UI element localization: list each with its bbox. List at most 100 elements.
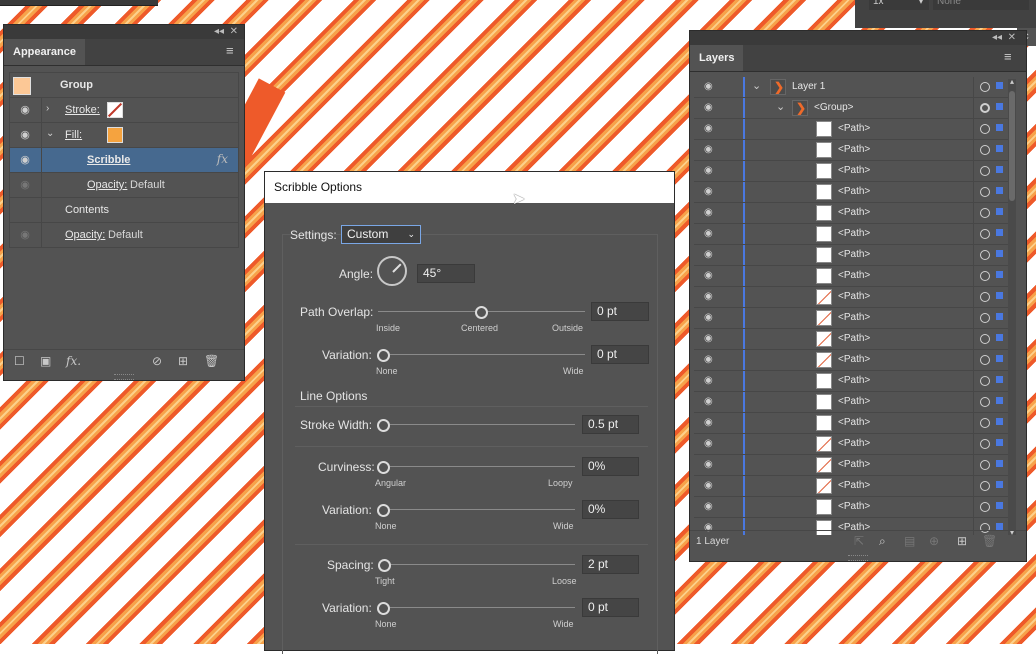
curviness-slider[interactable] [377,461,390,474]
path-row[interactable]: ◉ <Path> [694,329,1014,350]
opacity-label[interactable]: Opacity: [65,229,105,241]
new-sublayer-icon[interactable]: ⊕ [929,534,939,548]
path-row[interactable]: ◉ <Path> [694,413,1014,434]
eye-icon[interactable]: ◉ [18,154,32,166]
variation-track[interactable] [378,509,575,510]
scribble-effect-label[interactable]: Scribble [87,154,130,166]
path-name[interactable]: <Path> [838,144,870,155]
search-icon[interactable]: ⌕ [879,534,886,549]
path-name[interactable]: <Path> [838,186,870,197]
eye-icon[interactable]: ◉ [704,270,713,281]
eye-icon[interactable]: ◉ [704,249,713,260]
zoom-dropdown-icon[interactable]: ▾ [913,0,929,10]
target-icon[interactable] [980,208,990,218]
path-overlap-slider[interactable] [475,306,488,319]
target-icon[interactable] [980,460,990,470]
eye-icon[interactable]: ◉ [704,438,713,449]
eye-icon[interactable]: ◉ [704,480,713,491]
path-row[interactable]: ◉ <Path> [694,392,1014,413]
spacing-slider[interactable] [378,559,391,572]
selection-indicator[interactable] [996,376,1003,383]
path-name[interactable]: <Path> [838,333,870,344]
tab-layers[interactable]: Layers [690,45,744,71]
variation-track[interactable] [378,607,575,608]
target-icon[interactable] [980,103,990,113]
path-name[interactable]: <Path> [838,123,870,134]
variation-field[interactable]: 0 pt [591,345,649,364]
eye-icon[interactable]: ◉ [704,207,713,218]
path-name[interactable]: <Path> [838,438,870,449]
selection-indicator[interactable] [996,313,1003,320]
eye-icon[interactable]: ◉ [704,501,713,512]
selection-indicator[interactable] [996,418,1003,425]
target-icon[interactable] [980,481,990,491]
row-contents[interactable]: Contents [10,198,238,223]
target-icon[interactable] [980,82,990,92]
eye-icon[interactable]: ◉ [704,459,713,470]
eye-icon[interactable]: ◉ [704,123,713,134]
scrollbar-thumb[interactable] [1009,91,1015,201]
trash-icon[interactable]: 🗑 [204,354,219,368]
path-row[interactable]: ◉ <Path> [694,245,1014,266]
path-overlap-field[interactable]: 0 pt [591,302,649,321]
target-icon[interactable] [980,439,990,449]
row-stroke[interactable]: ◉ › Stroke: [10,98,238,123]
path-name[interactable]: <Path> [838,375,870,386]
eye-icon[interactable]: ◉ [704,333,713,344]
settings-dropdown[interactable]: Custom ⌄ [341,225,421,244]
trash-icon[interactable]: 🗑 [982,534,997,548]
target-icon[interactable] [980,124,990,134]
angle-field[interactable]: 45° [417,264,475,283]
tab-appearance[interactable]: Appearance [4,39,85,65]
collect-export-icon[interactable]: ⇱ [854,534,864,548]
eye-icon[interactable]: ◉ [18,129,32,141]
group-row[interactable]: ◉ ⌄ ❯ <Group> [694,98,1014,119]
selection-indicator[interactable] [996,460,1003,467]
row-group[interactable]: Group [10,73,238,98]
fill-swatch[interactable] [107,127,123,143]
resize-grip[interactable] [848,555,868,561]
fx-icon[interactable]: fx [217,152,228,166]
stroke-width-field[interactable]: 0.5 pt [582,415,639,434]
path-row[interactable]: ◉ <Path> [694,287,1014,308]
variation-field[interactable]: 0 pt [582,598,639,617]
target-icon[interactable] [980,376,990,386]
path-name[interactable]: <Path> [838,291,870,302]
path-name[interactable]: <Path> [838,480,870,491]
eye-icon[interactable]: ◉ [704,375,713,386]
target-icon[interactable] [980,187,990,197]
path-row[interactable]: ◉ <Path> [694,308,1014,329]
target-icon[interactable] [980,292,990,302]
close-icon[interactable]: ✕ [1008,31,1016,45]
path-name[interactable]: <Path> [838,228,870,239]
selection-indicator[interactable] [996,292,1003,299]
curviness-track[interactable] [378,466,575,467]
row-fill-opacity[interactable]: ◉ Opacity: Default [10,173,238,198]
target-icon[interactable] [980,397,990,407]
add-stroke-icon[interactable]: ☐ [14,354,25,368]
variation-track[interactable] [378,354,585,355]
collapse-icon[interactable]: ◂◂ [214,25,224,39]
panel-menu-icon[interactable]: ≡ [1004,50,1016,63]
target-icon[interactable] [980,229,990,239]
selection-indicator[interactable] [996,481,1003,488]
stroke-width-slider[interactable] [377,419,390,432]
group-name[interactable]: <Group> [814,102,853,113]
panel-menu-icon[interactable]: ≡ [226,44,238,57]
variation-slider[interactable] [377,349,390,362]
target-icon[interactable] [980,271,990,281]
eye-icon[interactable]: ◉ [704,228,713,239]
selection-indicator[interactable] [996,187,1003,194]
selection-indicator[interactable] [996,271,1003,278]
resize-grip[interactable] [114,374,134,380]
curviness-field[interactable]: 0% [582,457,639,476]
selection-indicator[interactable] [996,502,1003,509]
dialog-title[interactable]: Scribble Options [265,172,674,203]
chevron-right-icon[interactable]: › [46,103,49,114]
path-name[interactable]: <Path> [838,417,870,428]
eye-icon[interactable]: ◉ [18,179,32,191]
path-name[interactable]: <Path> [838,207,870,218]
selection-indicator[interactable] [996,355,1003,362]
row-fill[interactable]: ◉ ⌄ Fill: [10,123,238,148]
selection-indicator[interactable] [996,124,1003,131]
